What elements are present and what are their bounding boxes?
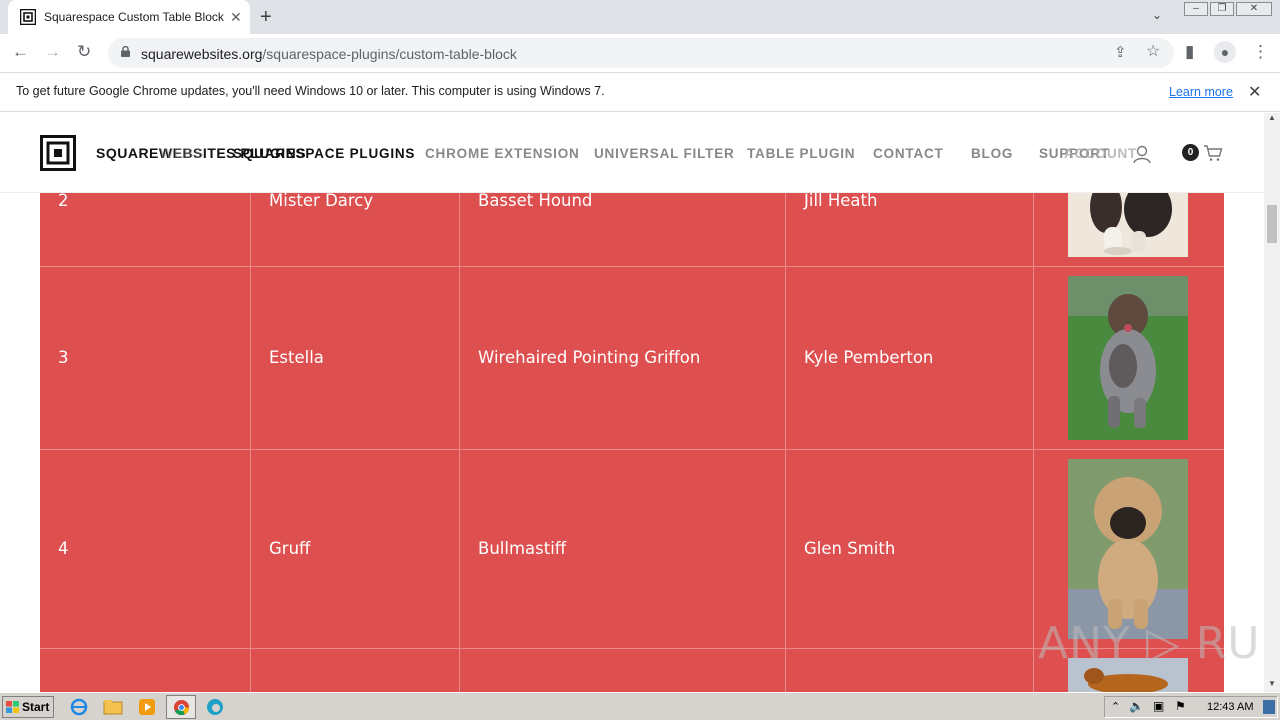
infobar-close-icon[interactable]: ✕ — [1248, 82, 1261, 102]
cell-text: 2 — [58, 191, 69, 210]
table-cell-owner — [785, 649, 1033, 692]
new-tab-button[interactable]: + — [260, 5, 272, 29]
volume-icon[interactable]: 🔈 — [1129, 699, 1144, 713]
network-icon[interactable]: ▣ — [1153, 699, 1164, 713]
cell-text: Jill Heath — [804, 191, 878, 210]
address-bar[interactable]: squarewebsites.org/squarespace-plugins/c… — [108, 38, 1174, 68]
page-viewport: 2 Mister Darcy Basset Hound Jill Heath 3… — [0, 113, 1264, 692]
nav-blog[interactable]: BLOG — [971, 146, 1013, 161]
table-cell-breed: Bullmastiff — [459, 450, 785, 648]
anyrun-watermark: ANY ▷ RUN — [1038, 618, 1264, 669]
show-desktop-icon[interactable] — [1263, 700, 1275, 714]
tray-expand-icon[interactable]: ⌃ — [1111, 700, 1120, 713]
browser-toolbar: ← → ↻ squarewebsites.org/squarespace-plu… — [0, 34, 1280, 72]
lock-icon — [121, 46, 130, 57]
tab-close-icon[interactable]: ✕ — [230, 9, 242, 25]
nav-table-plugin[interactable]: TABLE PLUGIN — [747, 146, 855, 161]
forward-arrow-icon[interactable]: → — [44, 42, 61, 62]
start-label: Start — [22, 700, 50, 714]
site-header: SQUAREWEBSITES PLUGINS WEBS SQUARESPACE … — [0, 113, 1264, 193]
cell-text: Glen Smith — [804, 539, 896, 558]
cart-icon[interactable] — [1203, 144, 1223, 162]
table-cell-name: Estella — [250, 267, 459, 449]
nav-account[interactable]: ACCOUNT — [1064, 146, 1137, 161]
side-panel-icon[interactable]: ▮ — [1185, 42, 1194, 62]
chrome-icon — [173, 699, 190, 716]
back-arrow-icon[interactable]: ← — [12, 42, 29, 62]
cell-text: Gruff — [269, 539, 311, 558]
squarewebsites-logo-icon[interactable] — [40, 135, 76, 171]
tab-strip: Squarespace Custom Table Block Plu ✕ + ⌄… — [0, 0, 1280, 34]
profile-avatar-icon[interactable]: ● — [1214, 41, 1236, 63]
bookmark-star-icon[interactable]: ☆ — [1146, 42, 1160, 62]
nav-squarespace-plugins[interactable]: SQUARESPACE PLUGINS — [233, 146, 415, 161]
scroll-down-arrow-icon[interactable]: ▼ — [1268, 679, 1276, 688]
url-host: squarewebsites.org — [141, 46, 263, 62]
cart-count-badge[interactable]: 0 — [1182, 144, 1199, 161]
table-cell-name: Gruff — [250, 450, 459, 648]
internet-explorer-icon[interactable] — [68, 697, 90, 717]
restore-button[interactable]: ❐ — [1210, 2, 1234, 16]
infobar-message: To get future Google Chrome updates, you… — [16, 84, 605, 98]
table-cell-number: 3 — [40, 267, 250, 449]
cell-text: Basset Hound — [478, 191, 593, 210]
table-cell-owner: Kyle Pemberton — [785, 267, 1033, 449]
menu-kebab-icon[interactable]: ⋮ — [1252, 42, 1269, 62]
window-close-button[interactable]: ✕ — [1236, 2, 1272, 16]
account-user-icon[interactable] — [1132, 144, 1152, 164]
chrome-taskbar-button[interactable] — [166, 695, 196, 719]
cell-text: Wirehaired Pointing Griffon — [478, 348, 701, 367]
table-row: 3 Estella Wirehaired Pointing Griffon Ky… — [40, 267, 1224, 450]
tab-search-chevron-icon[interactable]: ⌄ — [1152, 8, 1162, 22]
nav-universal-filter[interactable]: UNIVERSAL FILTER — [594, 146, 735, 161]
media-player-icon[interactable] — [136, 697, 158, 717]
site-favicon-icon — [20, 9, 36, 25]
url-text[interactable]: squarewebsites.org/squarespace-plugins/c… — [141, 46, 517, 62]
minimize-button[interactable]: – — [1184, 2, 1208, 16]
table-cell-number — [40, 649, 250, 692]
browser-tab[interactable]: Squarespace Custom Table Block Plu ✕ — [8, 0, 250, 34]
site-brand-ghost: WEBS — [160, 145, 204, 161]
action-center-flag-icon[interactable]: ⚑ — [1175, 699, 1186, 713]
learn-more-link[interactable]: Learn more — [1169, 85, 1233, 99]
url-path: /squarespace-plugins/custom-table-block — [262, 46, 517, 62]
scroll-thumb[interactable] — [1267, 205, 1277, 243]
griffon-dog-photo — [1068, 276, 1188, 440]
windows-taskbar: Start ⌃ 🔈 ▣ ⚑ 12:43 AM — [0, 692, 1280, 720]
table-cell-breed: Wirehaired Pointing Griffon — [459, 267, 785, 449]
scroll-up-arrow-icon[interactable]: ▲ — [1268, 113, 1276, 122]
table-cell-name — [250, 649, 459, 692]
reload-icon[interactable]: ↻ — [77, 42, 91, 62]
tab-title: Squarespace Custom Table Block Plu — [44, 10, 224, 24]
cell-text: 3 — [58, 348, 69, 367]
page-scrollbar[interactable]: ▲ ▼ — [1264, 113, 1280, 692]
table-cell-number: 4 — [40, 450, 250, 648]
nav-chrome-extension[interactable]: CHROME EXTENSION — [425, 146, 580, 161]
cell-text: 4 — [58, 539, 69, 558]
edge-icon[interactable] — [204, 697, 226, 717]
table-cell-owner: Glen Smith — [785, 450, 1033, 648]
file-explorer-icon[interactable] — [102, 697, 124, 717]
nav-contact[interactable]: CONTACT — [873, 146, 944, 161]
table-cell-breed — [459, 649, 785, 692]
system-tray: ⌃ 🔈 ▣ ⚑ 12:43 AM — [1104, 696, 1278, 718]
table-cell-photo — [1033, 267, 1224, 449]
cell-text: Estella — [269, 348, 324, 367]
cell-text: Kyle Pemberton — [804, 348, 934, 367]
cell-text: Mister Darcy — [269, 191, 374, 210]
taskbar-clock[interactable]: 12:43 AM — [1207, 701, 1253, 713]
cell-text: Bullmastiff — [478, 539, 567, 558]
bullmastiff-puppy-photo — [1068, 459, 1188, 639]
windows-flag-icon — [6, 701, 19, 713]
start-button[interactable]: Start — [2, 696, 54, 718]
share-icon[interactable]: ⇪ — [1114, 43, 1127, 63]
update-infobar: To get future Google Chrome updates, you… — [0, 72, 1280, 112]
